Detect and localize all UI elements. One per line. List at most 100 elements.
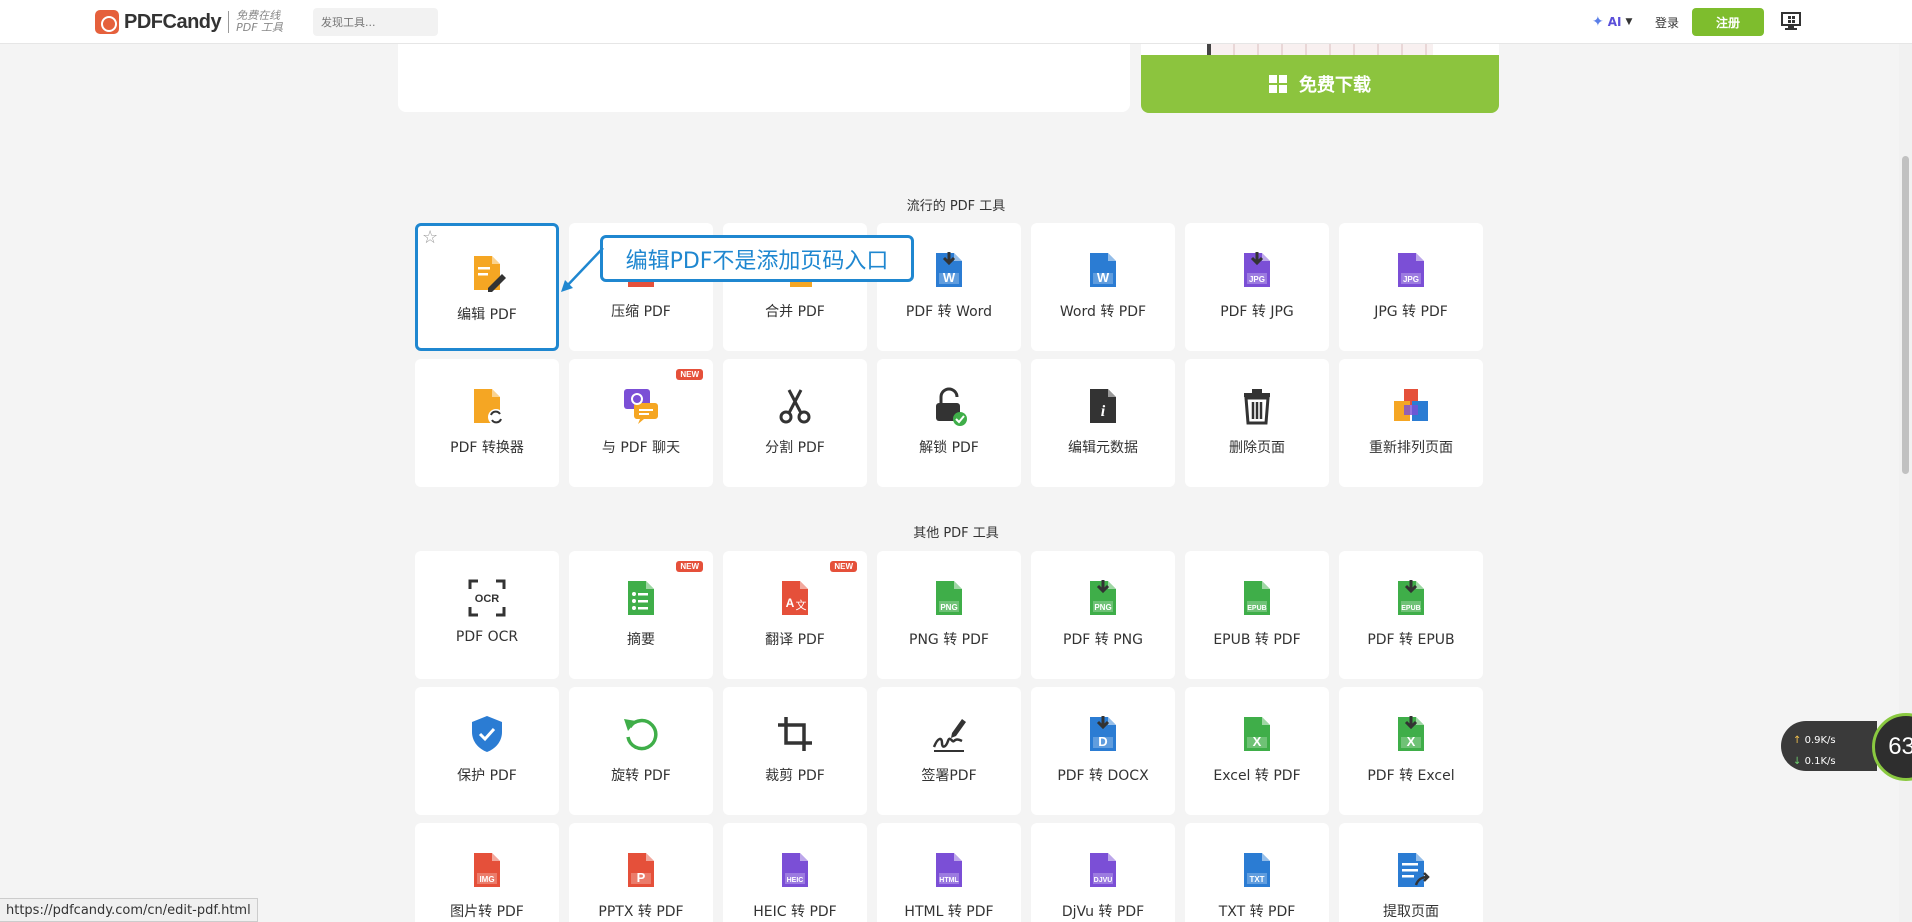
tool-label: 编辑 PDF (457, 307, 517, 323)
pdfcandy-logo[interactable]: PDFCandy 免费在线 PDF 工具 (95, 10, 286, 34)
new-badge: NEW (676, 369, 703, 380)
png-to-pdf-icon: PNG (928, 577, 970, 619)
windows-icon (1269, 75, 1287, 93)
tool-card-rotate[interactable]: 旋转 PDF (569, 687, 713, 815)
new-badge: NEW (830, 561, 857, 572)
tool-label: PDF 转 PNG (1063, 632, 1143, 648)
tool-label: HEIC 转 PDF (753, 904, 837, 920)
trash-icon (1236, 385, 1278, 427)
top-header: PDFCandy 免费在线 PDF 工具 ✦ AI ▼ 登录 注册 (0, 0, 1912, 44)
download-arrow-icon: ↓ (1793, 756, 1802, 767)
pdf-to-word-icon: W (928, 249, 970, 291)
tool-card-crop[interactable]: 裁剪 PDF (723, 687, 867, 815)
chevron-down-icon: ▼ (1625, 17, 1633, 27)
excel-to-pdf-icon: X (1236, 713, 1278, 755)
upload-arrow-icon: ↑ (1793, 735, 1802, 746)
ai-menu-button[interactable]: ✦ AI ▼ (1592, 12, 1632, 32)
jpg-to-pdf-icon: JPG (1390, 249, 1432, 291)
ai-label: AI (1607, 15, 1622, 29)
tool-label: 摘要 (627, 632, 655, 648)
tool-card-word-to-pdf[interactable]: W Word 转 PDF (1031, 223, 1175, 351)
tool-card-excel-to-pdf[interactable]: X Excel 转 PDF (1185, 687, 1329, 815)
tool-card-rearrange[interactable]: 重新排列页面 (1339, 359, 1483, 487)
tool-card-pdf-to-jpg[interactable]: JPG PDF 转 JPG (1185, 223, 1329, 351)
tool-label: 与 PDF 聊天 (601, 440, 681, 456)
tool-card-summary[interactable]: 摘要 NEW (569, 551, 713, 679)
extract-pages-icon (1390, 849, 1432, 891)
sparkle-icon: ✦ (1592, 14, 1604, 30)
svg-text:EPUB: EPUB (1401, 605, 1420, 612)
tool-card-pdf-to-excel[interactable]: X PDF 转 Excel (1339, 687, 1483, 815)
logo-divider (228, 11, 230, 33)
tool-card-extract-pages[interactable]: 提取页面 (1339, 823, 1483, 922)
tool-card-ocr[interactable]: OCR PDF OCR (415, 551, 559, 679)
svg-text:X: X (1407, 734, 1416, 749)
scrollbar-thumb[interactable] (1902, 156, 1909, 474)
tool-search-input[interactable] (313, 8, 438, 36)
svg-text:文: 文 (796, 598, 807, 612)
tool-card-edit-pdf[interactable]: ☆ 编辑 PDF (415, 223, 559, 351)
tool-card-pptx-to-pdf[interactable]: P PPTX 转 PDF (569, 823, 713, 922)
heic-to-pdf-icon: HEIC (774, 849, 816, 891)
word-to-pdf-icon: W (1082, 249, 1124, 291)
tool-label: 压缩 PDF (611, 304, 671, 320)
other-tools-grid: OCR PDF OCR 摘要 NEW A 文翻译 PDF NEW PNG PNG 转 PDF PN… (415, 551, 1483, 922)
tool-label: 签署PDF (921, 768, 977, 784)
tool-card-epub-to-pdf[interactable]: EPUB EPUB 转 PDF (1185, 551, 1329, 679)
logo-text: PDFCandy (124, 10, 222, 33)
tool-label: 保护 PDF (457, 768, 517, 784)
tool-card-translate[interactable]: A 文翻译 PDF NEW (723, 551, 867, 679)
html-to-pdf-icon: HTML (928, 849, 970, 891)
translate-icon: A文 (774, 577, 816, 619)
tool-label: 重新排列页面 (1369, 440, 1453, 456)
tool-card-pdf-converter[interactable]: PDF 转换器 (415, 359, 559, 487)
favorite-star-icon[interactable]: ☆ (422, 229, 438, 247)
register-button[interactable]: 注册 (1692, 8, 1764, 36)
tool-card-html-to-pdf[interactable]: HTML HTML 转 PDF (877, 823, 1021, 922)
tool-card-heic-to-pdf[interactable]: HEIC HEIC 转 PDF (723, 823, 867, 922)
tool-label: 提取页面 (1383, 904, 1439, 920)
svg-text:TXT: TXT (1249, 875, 1264, 884)
tool-label: 翻译 PDF (765, 632, 825, 648)
ocr-icon: OCR (466, 577, 508, 619)
metadata-icon: i (1082, 385, 1124, 427)
tool-label: 裁剪 PDF (765, 768, 825, 784)
rotate-icon (620, 713, 662, 755)
signature-icon (928, 713, 970, 755)
login-link[interactable]: 登录 (1655, 14, 1679, 31)
tool-card-img-to-pdf[interactable]: IMG 图片转 PDF (415, 823, 559, 922)
page-scrollbar[interactable] (1899, 44, 1912, 922)
tool-label: 编辑元数据 (1068, 440, 1138, 456)
tool-card-metadata[interactable]: i 编辑元数据 (1031, 359, 1175, 487)
tool-card-jpg-to-pdf[interactable]: JPG JPG 转 PDF (1339, 223, 1483, 351)
annotation-callout: 编辑PDF不是添加页码入口 (600, 235, 914, 282)
tool-label: 删除页面 (1229, 440, 1285, 456)
tool-card-djvu-to-pdf[interactable]: DJVU DjVu 转 PDF (1031, 823, 1175, 922)
memory-gauge[interactable]: 63% (1872, 713, 1912, 781)
tool-card-pdf-to-epub[interactable]: EPUB PDF 转 EPUB (1339, 551, 1483, 679)
tool-card-scissors[interactable]: 分割 PDF (723, 359, 867, 487)
editor-preview-card (398, 44, 1130, 112)
tool-card-pdf-to-docx[interactable]: D PDF 转 DOCX (1031, 687, 1175, 815)
tool-card-trash[interactable]: 删除页面 (1185, 359, 1329, 487)
pdf-to-docx-icon: D (1082, 713, 1124, 755)
free-download-button[interactable]: 免费下载 (1141, 55, 1499, 113)
svg-text:JPG: JPG (1403, 275, 1419, 284)
tool-card-txt-to-pdf[interactable]: TXT TXT 转 PDF (1185, 823, 1329, 922)
popular-tools-title: 流行的 PDF 工具 (906, 199, 1006, 214)
upload-speed: 0.9 (1804, 735, 1821, 746)
tool-card-unlock[interactable]: 解锁 PDF (877, 359, 1021, 487)
tool-card-signature[interactable]: 签署PDF (877, 687, 1021, 815)
desktop-app-icon[interactable] (1780, 10, 1802, 32)
network-speed-widget: ↑ 0.9K/s ↓ 0.1K/s (1781, 721, 1877, 771)
tool-card-chat-pdf[interactable]: 与 PDF 聊天 NEW (569, 359, 713, 487)
gauge-percent: 63 (1888, 733, 1912, 760)
tool-label: 旋转 PDF (611, 768, 671, 784)
tool-card-shield[interactable]: 保护 PDF (415, 687, 559, 815)
djvu-to-pdf-icon: DJVU (1082, 849, 1124, 891)
tool-card-pdf-to-png[interactable]: PNG PDF 转 PNG (1031, 551, 1175, 679)
pdf-converter-icon (466, 385, 508, 427)
tool-label: 分割 PDF (765, 440, 825, 456)
status-url-bar: https://pdfcandy.com/cn/edit-pdf.html (0, 898, 258, 922)
tool-card-png-to-pdf[interactable]: PNG PNG 转 PDF (877, 551, 1021, 679)
